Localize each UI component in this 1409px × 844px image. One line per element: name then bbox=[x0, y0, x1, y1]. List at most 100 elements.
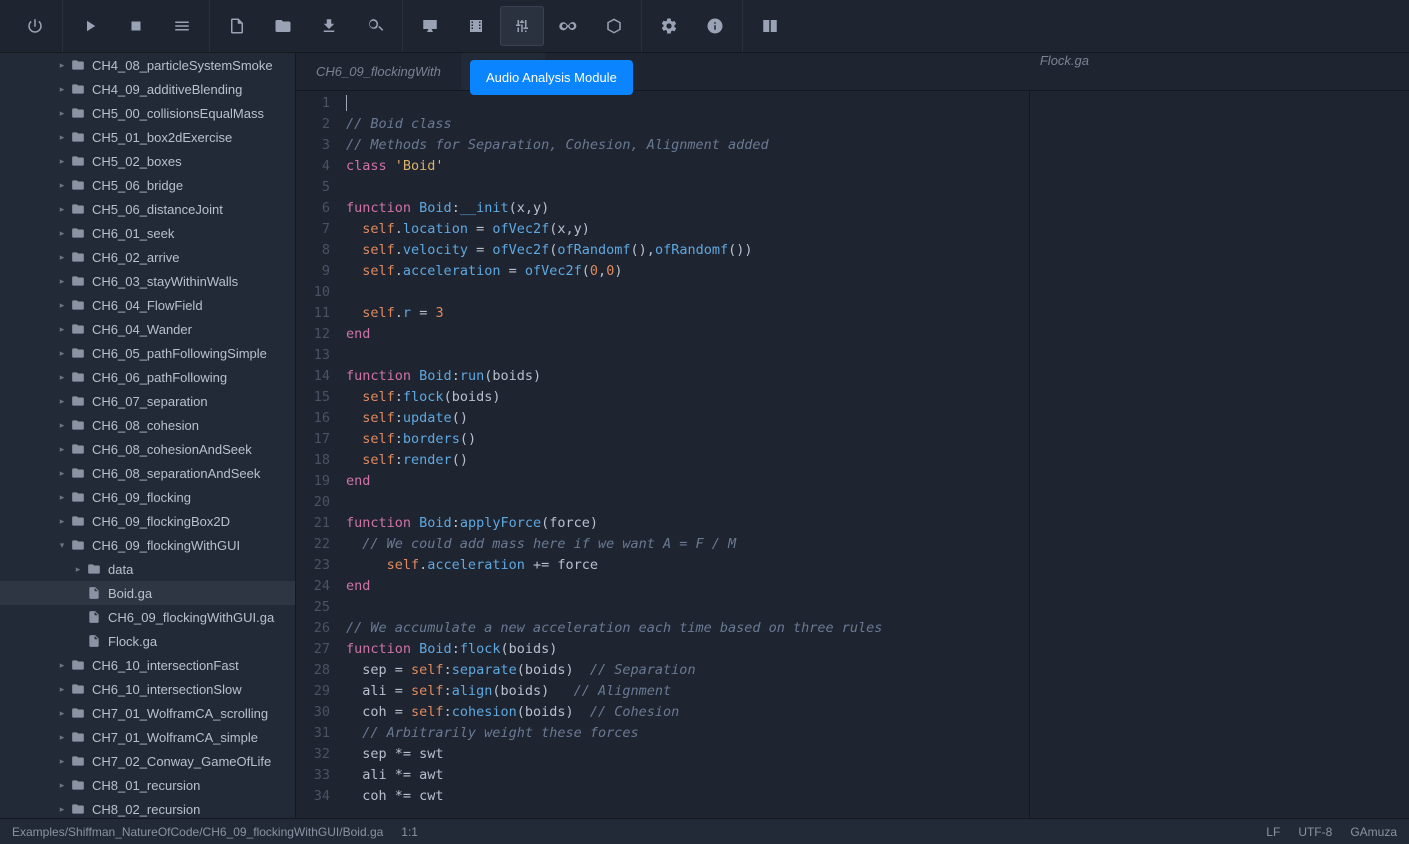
tree-item[interactable]: ▸CH6_02_arrive bbox=[0, 245, 295, 269]
tree-item[interactable]: ▸CH5_06_bridge bbox=[0, 173, 295, 197]
tree-label: CH5_06_bridge bbox=[92, 178, 183, 193]
film-button[interactable] bbox=[454, 6, 498, 46]
tree-label: CH6_01_seek bbox=[92, 226, 174, 241]
tree-label: Boid.ga bbox=[108, 586, 152, 601]
open-folder-button[interactable] bbox=[261, 6, 305, 46]
tree-item[interactable]: ▸ CH6_06_pathFollowing bbox=[0, 365, 295, 389]
book-button[interactable] bbox=[748, 6, 792, 46]
audio-analysis-button[interactable] bbox=[500, 6, 544, 46]
tree-item[interactable]: ▸CH7_01_WolframCA_scrolling bbox=[0, 701, 295, 725]
folder-icon bbox=[70, 249, 86, 265]
folder-icon bbox=[70, 753, 86, 769]
tree-label: CH7_01_WolframCA_scrolling bbox=[92, 706, 268, 721]
tree-item[interactable]: ▸CH8_02_recursion bbox=[0, 797, 295, 818]
code-editor[interactable]: 1234567891011121314151617181920212223242… bbox=[296, 91, 1409, 818]
file-icon bbox=[228, 17, 246, 35]
tree-item[interactable]: ▸ CH5_02_boxes bbox=[0, 149, 295, 173]
info-button[interactable] bbox=[693, 6, 737, 46]
tree-label: CH5_02_boxes bbox=[92, 154, 182, 169]
infinity-button[interactable] bbox=[546, 6, 590, 46]
tree-item[interactable]: ▸CH6_08_separationAndSeek bbox=[0, 461, 295, 485]
folder-icon bbox=[70, 657, 86, 673]
status-encoding[interactable]: UTF-8 bbox=[1298, 825, 1332, 839]
tree-item[interactable]: ▸CH5_00_collisionsEqualMass bbox=[0, 101, 295, 125]
chevron-icon: ▸ bbox=[72, 564, 84, 575]
chevron-icon: ▸ bbox=[56, 252, 68, 263]
tree-label: CH6_09_flockingWithGUI.ga bbox=[108, 610, 274, 625]
tree-item[interactable]: ▸CH6_10_intersectionFast bbox=[0, 653, 295, 677]
tree-label: CH6_06_pathFollowing bbox=[92, 370, 227, 385]
tree-label: CH7_01_WolframCA_simple bbox=[92, 730, 258, 745]
tree-label: data bbox=[108, 562, 133, 577]
settings-button[interactable] bbox=[647, 6, 691, 46]
search-icon bbox=[366, 17, 384, 35]
infinity-icon bbox=[559, 17, 577, 35]
presentation-button[interactable] bbox=[408, 6, 452, 46]
folder-icon bbox=[70, 681, 86, 697]
chevron-icon: ▸ bbox=[56, 780, 68, 791]
tree-item[interactable]: ▸CH6_09_flockingBox2D bbox=[0, 509, 295, 533]
code[interactable]: // Boid class// Methods for Separation, … bbox=[340, 91, 1029, 818]
tree-item[interactable]: ▸CH6_03_stayWithinWalls bbox=[0, 269, 295, 293]
chevron-icon: ▸ bbox=[56, 756, 68, 767]
folder-icon bbox=[70, 705, 86, 721]
tab-flock[interactable]: Flock.ga bbox=[1020, 53, 1109, 68]
folder-icon bbox=[70, 105, 86, 121]
power-button[interactable] bbox=[13, 6, 57, 46]
tree-item[interactable]: Flock.ga bbox=[0, 629, 295, 653]
download-button[interactable] bbox=[307, 6, 351, 46]
tree-item[interactable]: ▸CH6_04_FlowField bbox=[0, 293, 295, 317]
chevron-icon: ▸ bbox=[56, 372, 68, 383]
tree-item[interactable]: ▸ CH6_05_pathFollowingSimple bbox=[0, 341, 295, 365]
tree-label: CH6_04_FlowField bbox=[92, 298, 203, 313]
chevron-icon: ▸ bbox=[56, 396, 68, 407]
chevron-icon: ▸ bbox=[56, 348, 68, 359]
folder-icon bbox=[70, 321, 86, 337]
file-icon bbox=[86, 609, 102, 625]
tree-item[interactable]: ▸CH5_01_box2dExercise bbox=[0, 125, 295, 149]
tree-item[interactable]: ▸CH6_08_cohesionAndSeek bbox=[0, 437, 295, 461]
stop-icon bbox=[127, 17, 145, 35]
tree-item[interactable]: ▸CH6_09_flocking bbox=[0, 485, 295, 509]
chevron-icon: ▸ bbox=[56, 420, 68, 431]
chevron-icon: ▸ bbox=[56, 684, 68, 695]
search-button[interactable] bbox=[353, 6, 397, 46]
cube-button[interactable] bbox=[592, 6, 636, 46]
tab-flocking[interactable]: CH6_09_flockingWith bbox=[296, 53, 461, 90]
tree-item[interactable]: ▸ data bbox=[0, 557, 295, 581]
folder-icon bbox=[70, 729, 86, 745]
chevron-icon: ▸ bbox=[56, 156, 68, 167]
tabs: CH6_09_flockingWith Boid.ga Flock.ga bbox=[296, 53, 1409, 91]
film-icon bbox=[467, 17, 485, 35]
folder-icon bbox=[70, 225, 86, 241]
status-path: Examples/Shiffman_NatureOfCode/CH6_09_fl… bbox=[12, 825, 383, 839]
folder-icon bbox=[70, 153, 86, 169]
tree-item[interactable]: Boid.ga bbox=[0, 581, 295, 605]
tree-item[interactable]: ▸CH6_10_intersectionSlow bbox=[0, 677, 295, 701]
tree-item[interactable]: ▸CH4_09_additiveBlending bbox=[0, 77, 295, 101]
tree-item[interactable]: ▸CH6_08_cohesion bbox=[0, 413, 295, 437]
folder-icon bbox=[70, 57, 86, 73]
chevron-icon: ▸ bbox=[56, 324, 68, 335]
tree-item[interactable]: CH6_09_flockingWithGUI.ga bbox=[0, 605, 295, 629]
play-button[interactable] bbox=[68, 6, 112, 46]
tree-item[interactable]: ▾CH6_09_flockingWithGUI bbox=[0, 533, 295, 557]
file-tree[interactable]: ▸CH4_08_particleSystemSmoke▸CH4_09_addit… bbox=[0, 53, 296, 818]
tree-item[interactable]: ▸CH8_01_recursion bbox=[0, 773, 295, 797]
status-app: GAmuza bbox=[1350, 825, 1397, 839]
folder-icon bbox=[70, 297, 86, 313]
tree-item[interactable]: ▸CH5_06_distanceJoint bbox=[0, 197, 295, 221]
tooltip: Audio Analysis Module bbox=[470, 60, 633, 95]
status-eol[interactable]: LF bbox=[1266, 825, 1280, 839]
tree-item[interactable]: ▸CH6_04_Wander bbox=[0, 317, 295, 341]
tree-label: CH6_05_pathFollowingSimple bbox=[92, 346, 267, 361]
gutter: 1234567891011121314151617181920212223242… bbox=[296, 91, 340, 818]
tree-item[interactable]: ▸CH7_02_Conway_GameOfLife bbox=[0, 749, 295, 773]
new-file-button[interactable] bbox=[215, 6, 259, 46]
tree-item[interactable]: ▸CH4_08_particleSystemSmoke bbox=[0, 53, 295, 77]
tree-item[interactable]: ▸CH6_07_separation bbox=[0, 389, 295, 413]
tree-item[interactable]: ▸CH6_01_seek bbox=[0, 221, 295, 245]
tree-item[interactable]: ▸CH7_01_WolframCA_simple bbox=[0, 725, 295, 749]
stop-button[interactable] bbox=[114, 6, 158, 46]
menu-button[interactable] bbox=[160, 6, 204, 46]
